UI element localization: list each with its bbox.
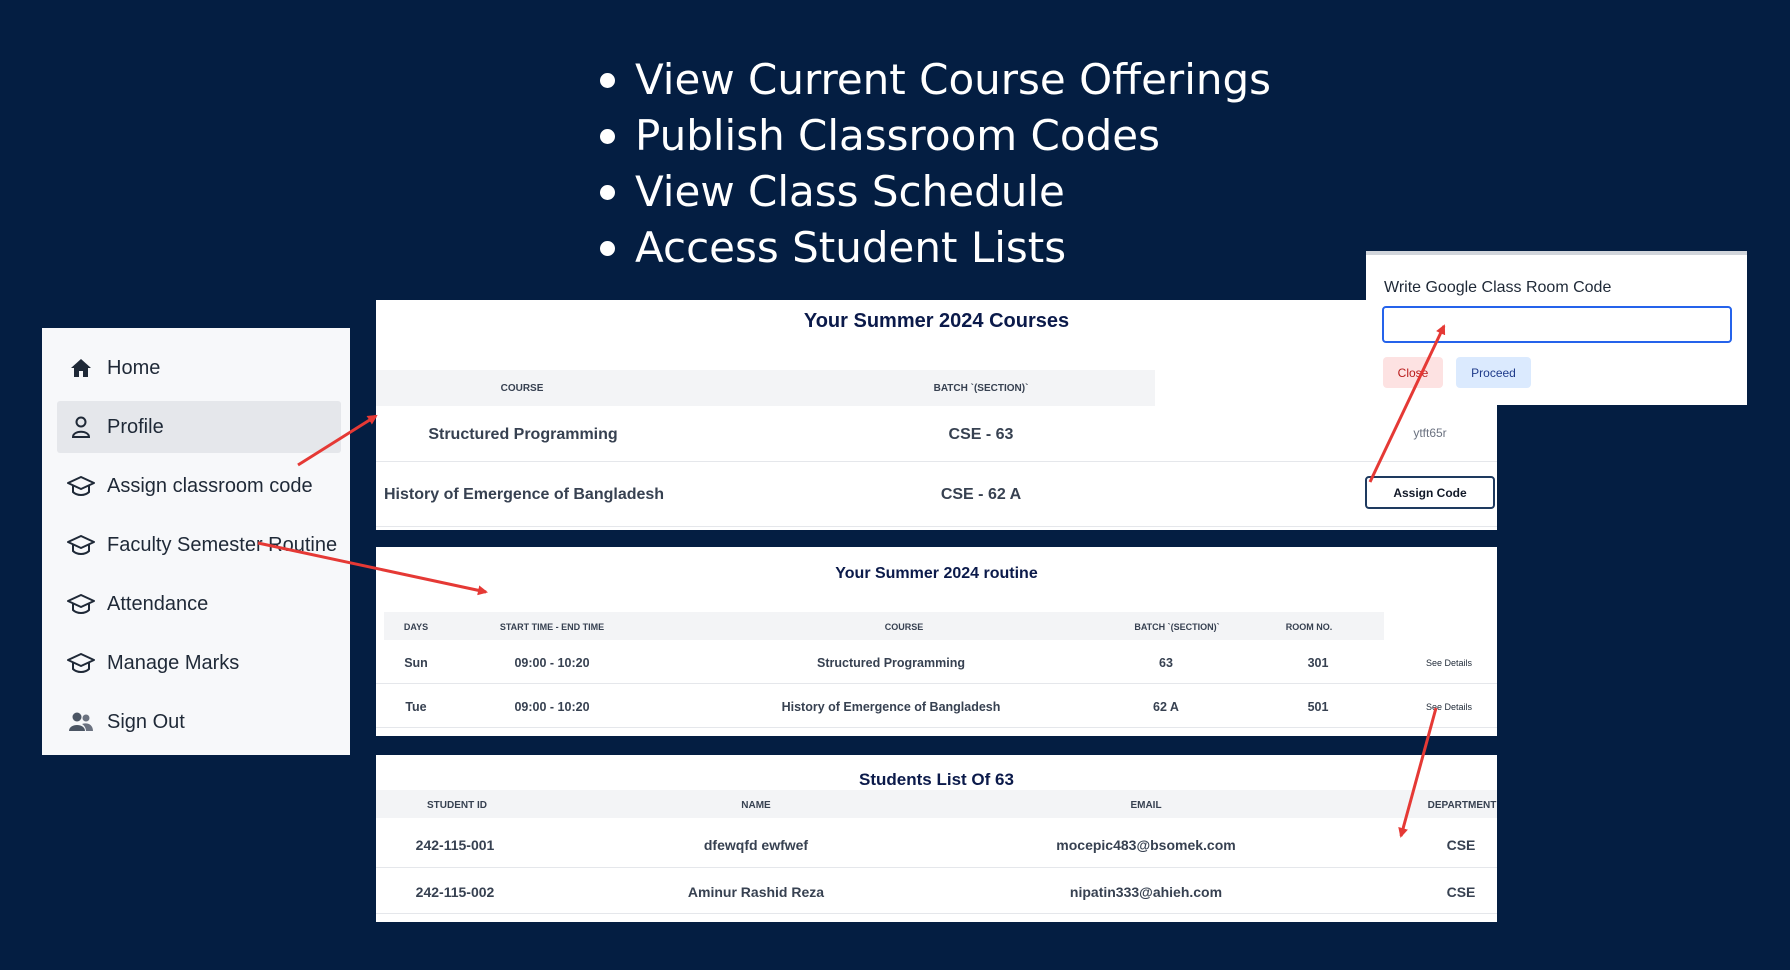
feature-item: Publish Classroom Codes [600, 108, 1271, 164]
bullet-icon [600, 241, 615, 256]
graduation-cap-icon [67, 472, 95, 500]
bullet-icon [600, 129, 615, 144]
user-icon [67, 413, 95, 441]
sidebar-item-label: Manage Marks [107, 651, 240, 674]
routine-time: 09:00 - 10:20 [514, 656, 590, 670]
column-header-student-id: STUDENT ID [427, 800, 487, 811]
course-name: Structured Programming [428, 426, 618, 443]
sidebar-item-manage-marks[interactable]: Manage Marks [57, 637, 341, 689]
see-details-link[interactable]: See Details [1426, 658, 1472, 668]
student-name: dfewqfd ewfwef [703, 837, 809, 853]
student-email: mocepic483@bsomek.com [1056, 837, 1236, 853]
column-header-days: DAYS [403, 622, 429, 632]
feature-item: Access Student Lists [600, 220, 1271, 276]
row-divider [376, 683, 1497, 684]
column-header-time: START TIME - END TIME [499, 622, 605, 632]
feature-text: View Current Course Offerings [635, 55, 1272, 104]
routine-panel: Your Summer 2024 routine DAYS START TIME… [376, 547, 1497, 736]
student-department: CSE [1446, 884, 1476, 900]
feature-text: Access Student Lists [635, 223, 1067, 272]
courses-title: Your Summer 2024 Courses [803, 310, 1070, 332]
column-header-room: ROOM NO. [1285, 622, 1333, 632]
users-icon [67, 708, 95, 736]
routine-room: 501 [1307, 700, 1329, 714]
courses-table-header: COURSE BATCH `(SECTION)` [376, 370, 1155, 406]
sidebar-item-attendance[interactable]: Attendance [57, 578, 341, 630]
modal-label: Write Google Class Room Code [1384, 279, 1612, 296]
proceed-button[interactable]: Proceed [1456, 357, 1531, 388]
student-id: 242-115-002 [415, 884, 495, 900]
routine-title: Your Summer 2024 routine [835, 565, 1038, 582]
classroom-code: ytft65r [1413, 426, 1447, 440]
bullet-icon [600, 73, 615, 88]
row-divider [376, 867, 1497, 868]
student-email: nipatin333@ahieh.com [1069, 884, 1223, 900]
see-details-link[interactable]: See Details [1426, 702, 1472, 712]
row-divider [376, 727, 1497, 728]
student-id: 242-115-001 [415, 837, 495, 853]
sidebar-item-label: Home [107, 356, 161, 379]
sidebar: Home Profile Assign classroom code Facul… [42, 328, 350, 755]
classroom-code-modal: Write Google Class Room Code Close Proce… [1366, 251, 1747, 405]
course-batch: CSE - 63 [948, 426, 1014, 443]
column-header-batch: BATCH `(SECTION)` [1134, 622, 1220, 632]
students-title: Students List Of 63 [859, 770, 1014, 789]
routine-time: 09:00 - 10:20 [514, 700, 590, 714]
routine-room: 301 [1307, 656, 1329, 670]
sidebar-item-label: Sign Out [107, 710, 185, 733]
column-header-name: NAME [741, 800, 771, 811]
sidebar-item-label: Profile [107, 415, 164, 438]
sidebar-item-profile[interactable]: Profile [57, 401, 341, 453]
sidebar-item-home[interactable]: Home [57, 342, 341, 394]
graduation-cap-icon [67, 590, 95, 618]
feature-list: View Current Course Offerings Publish Cl… [600, 52, 1271, 276]
column-header-batch: BATCH `(SECTION)` [933, 383, 1029, 394]
row-divider [376, 461, 1497, 462]
sidebar-item-label: Faculty Semester Routine [107, 533, 338, 556]
routine-batch: 63 [1159, 656, 1173, 670]
routine-day: Tue [405, 700, 427, 714]
students-panel: Students List Of 63 STUDENT ID NAME EMAI… [376, 755, 1497, 922]
column-header-email: EMAIL [1130, 800, 1162, 811]
classroom-code-input[interactable] [1382, 306, 1732, 343]
graduation-cap-icon [67, 531, 95, 559]
course-name: History of Emergence of Bangladesh [384, 486, 665, 503]
course-batch: CSE - 62 A [940, 486, 1022, 503]
routine-day: Sun [404, 656, 428, 670]
student-name: Aminur Rashid Reza [687, 884, 825, 900]
bullet-icon [600, 185, 615, 200]
graduation-cap-icon [67, 649, 95, 677]
feature-item: View Class Schedule [600, 164, 1271, 220]
sidebar-item-sign-out[interactable]: Sign Out [57, 696, 341, 748]
routine-batch: 62 A [1153, 700, 1179, 714]
routine-course: History of Emergence of Bangladesh [781, 700, 1001, 714]
feature-text: View Class Schedule [635, 167, 1065, 216]
close-button[interactable]: Close [1383, 357, 1443, 388]
row-divider [376, 913, 1497, 914]
courses-panel: Your Summer 2024 Courses COURSE BATCH `(… [376, 300, 1497, 530]
sidebar-item-label: Attendance [107, 592, 209, 615]
feature-text: Publish Classroom Codes [635, 111, 1160, 160]
column-header-course: COURSE [884, 622, 924, 632]
assign-code-button[interactable]: Assign Code [1365, 476, 1495, 509]
sidebar-item-assign-classroom-code[interactable]: Assign classroom code [57, 460, 341, 512]
row-divider [376, 526, 1497, 527]
students-table-header: STUDENT ID NAME EMAIL DEPARTMENT [376, 790, 1497, 818]
sidebar-item-faculty-semester-routine[interactable]: Faculty Semester Routine [57, 519, 341, 571]
column-header-course: COURSE [500, 383, 544, 394]
sidebar-item-label: Assign classroom code [107, 474, 313, 497]
routine-table-header: DAYS START TIME - END TIME COURSE BATCH … [384, 612, 1384, 640]
feature-item: View Current Course Offerings [600, 52, 1271, 108]
routine-course: Structured Programming [817, 656, 965, 670]
column-header-department: DEPARTMENT [1427, 800, 1497, 811]
home-icon [67, 354, 95, 382]
student-department: CSE [1446, 837, 1476, 853]
